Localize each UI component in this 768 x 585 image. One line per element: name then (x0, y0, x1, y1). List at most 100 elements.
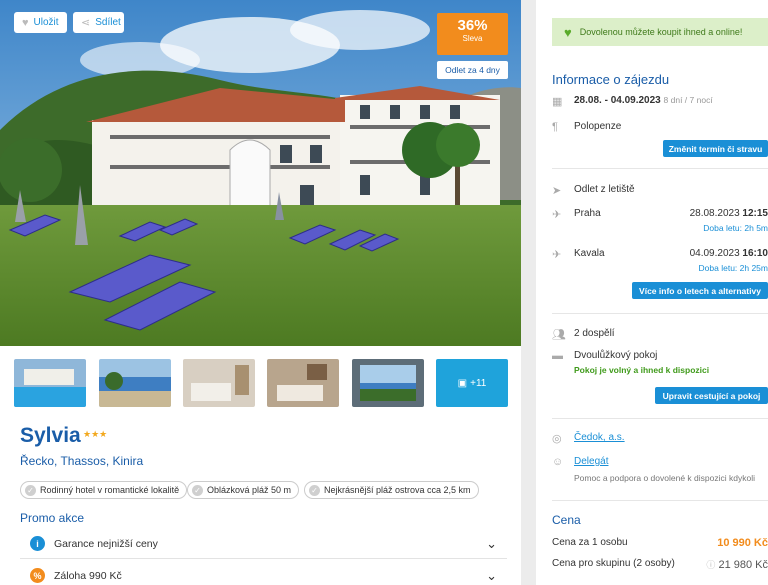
price-person-value: 10 990 Kč (717, 537, 768, 549)
price-group-row: Cena pro skupinu (2 osoby) ⓘ 21 980 Kč (552, 558, 768, 572)
share-label: Sdílet (95, 17, 121, 28)
plane-icon: ➤ (552, 185, 562, 197)
check-icon: ✓ (192, 484, 203, 496)
plane-arrival-icon: ✈ (552, 249, 562, 261)
bed-icon: ▬ (552, 350, 563, 362)
hotel-tag: ✓ Nejkrásnější pláž ostrova cca 2,5 km (304, 481, 479, 499)
hotel-tag-label: Rodinný hotel v romantické lokalitě (40, 485, 180, 495)
save-label: Uložit (33, 17, 59, 28)
agency-row: ◎ Čedok, a.s. (552, 432, 768, 446)
price-group-label: Cena pro skupinu (2 osoby) (552, 558, 675, 569)
divider (552, 418, 768, 419)
save-button[interactable]: ♥ Uložit (14, 12, 67, 33)
promo-title: Promo akce (20, 511, 85, 525)
divider (552, 500, 768, 501)
hotel-name: Sylvia (20, 424, 81, 447)
trip-duration: 8 dní / 7 nocí (663, 95, 713, 105)
heart-icon: ♥ (564, 24, 572, 40)
notice-text: Dovolenou můžete koupit ihned a online! (579, 27, 743, 37)
calendar-icon: ▦ (552, 96, 563, 108)
inbound-flight: ✈ Kavala 04.09.2023 16:10 Doba letu: 2h … (552, 248, 768, 276)
change-date-button[interactable]: Změnit termín či stravu (663, 140, 768, 157)
rep-icon: ☺ (552, 456, 564, 468)
heart-icon: ♥ (22, 16, 29, 29)
flight-title: Odlet z letiště (574, 184, 635, 195)
hotel-stars: ★★★ (83, 429, 108, 439)
edit-travellers-button[interactable]: Upravit cestující a pokoj (655, 387, 768, 404)
gallery-more-button[interactable]: ▣ +11 (436, 359, 508, 407)
rep-link[interactable]: Delegát (574, 456, 608, 467)
trip-dates-wrap: 28.08. - 04.09.2023 8 dní / 7 nocí (574, 95, 713, 106)
hotel-location[interactable]: Řecko, Thassos, Kinira (20, 454, 143, 468)
outbound-date: 28.08.2023 (689, 208, 740, 219)
outbound-time: 12:15 (742, 208, 768, 219)
agency-link[interactable]: Čedok, a.s. (574, 432, 625, 443)
cutlery-icon: ¶ (552, 121, 558, 133)
check-icon: ✓ (25, 484, 36, 496)
check-icon: ✓ (309, 484, 320, 496)
info-icon[interactable]: ⓘ (706, 560, 715, 570)
gallery-thumb-room[interactable] (183, 359, 255, 407)
outbound-city: Praha (574, 208, 601, 219)
travellers-row: 👥︎ 2 dospělí (552, 328, 768, 342)
chevron-down-icon: ⌄ (486, 535, 497, 551)
hotel-tag: ✓ Rodinný hotel v romantické lokalitě (20, 481, 188, 499)
people-icon: 👥︎ (552, 329, 566, 341)
trip-dates-row: ▦ 28.08. - 04.09.2023 8 dní / 7 nocí (552, 95, 768, 109)
promo-item-price-guarantee[interactable]: i Garance nejnižší ceny ⌄ (20, 529, 507, 559)
agency-icon: ◎ (552, 433, 562, 445)
discount-percent: 36% (457, 17, 488, 34)
room-status: Pokoj je volný a ihned k dispozici (574, 365, 710, 375)
inbound-date: 04.09.2023 (689, 248, 740, 259)
hotel-hero-photo[interactable]: ♥ Uložit ⋖ Sdílet 36% Sleva Odlet za 4 d… (0, 0, 521, 346)
hotel-detail-panel: ♥ Uložit ⋖ Sdílet 36% Sleva Odlet za 4 d… (0, 0, 521, 585)
divider (552, 313, 768, 314)
discount-badge: 36% Sleva (437, 13, 508, 55)
gallery-thumb-interior[interactable] (267, 359, 339, 407)
divider (552, 168, 768, 169)
promo-item-label: Záloha 990 Kč (54, 569, 122, 582)
trip-dates: 28.08. - 04.09.2023 (574, 95, 661, 106)
hotel-tag-label: Oblázková pláž 50 m (207, 485, 292, 495)
inbound-datetime: 04.09.2023 16:10 (690, 248, 768, 259)
percent-icon: % (30, 568, 45, 583)
share-icon: ⋖ (81, 17, 91, 29)
rep-note: Pomoc a podpora o dovolené k dispozici k… (574, 473, 755, 483)
thumb-interior-image (267, 359, 339, 407)
board-row: ¶ Polopenze (552, 121, 768, 135)
chevron-down-icon: ⌄ (486, 567, 497, 583)
thumb-beach-image (99, 359, 171, 407)
promo-item-label: Garance nejnižší ceny (54, 537, 158, 550)
outbound-datetime: 28.08.2023 12:15 (690, 208, 768, 219)
hotel-tag: ✓ Oblázková pláž 50 m (187, 481, 300, 499)
travellers-count: 2 dospělí (574, 328, 615, 339)
outbound-duration: Doba letu: 2h 5m (703, 223, 768, 233)
plane-departure-icon: ✈ (552, 209, 562, 221)
thumb-balcony-image (352, 359, 424, 407)
flight-title-row: ➤ Odlet z letiště (552, 184, 768, 198)
info-icon: i (30, 536, 45, 551)
price-group-wrap: ⓘ 21 980 Kč (706, 558, 768, 571)
gallery-icon: ▣ (457, 377, 468, 389)
thumb-room-image (183, 359, 255, 407)
buy-online-notice: ♥ Dovolenou můžete koupit ihned a online… (552, 18, 768, 46)
hotel-tag-label: Nejkrásnější pláž ostrova cca 2,5 km (324, 485, 471, 495)
outbound-flight: ✈ Praha 28.08.2023 12:15 Doba letu: 2h 5… (552, 208, 768, 236)
booking-sidebar: ♥ Dovolenou můžete koupit ihned a online… (536, 0, 768, 585)
board-type: Polopenze (574, 121, 622, 132)
promo-item-deposit[interactable]: % Záloha 990 Kč ⌄ (20, 561, 507, 585)
room-type: Dvoulůžkový pokoj (574, 350, 658, 361)
price-person-row: Cena za 1 osobu 10 990 Kč (552, 537, 768, 551)
gallery-thumb-beach[interactable] (99, 359, 171, 407)
share-button[interactable]: ⋖ Sdílet (73, 12, 124, 33)
gallery-thumb-pool[interactable] (14, 359, 86, 407)
thumb-pool-image (14, 359, 86, 407)
gallery-thumbnails: ▣ +11 (14, 359, 508, 407)
gallery-thumb-balcony[interactable] (352, 359, 424, 407)
trip-info-title: Informace o zájezdu (552, 72, 670, 87)
rep-row: ☺ Delegát Pomoc a podpora o dovolené k d… (552, 456, 768, 486)
price-person-label: Cena za 1 osobu (552, 537, 628, 548)
flights-info-button[interactable]: Více info o letech a alternativy (632, 282, 768, 299)
discount-label: Sleva (462, 34, 483, 43)
price-group-value: 21 980 Kč (718, 559, 768, 571)
